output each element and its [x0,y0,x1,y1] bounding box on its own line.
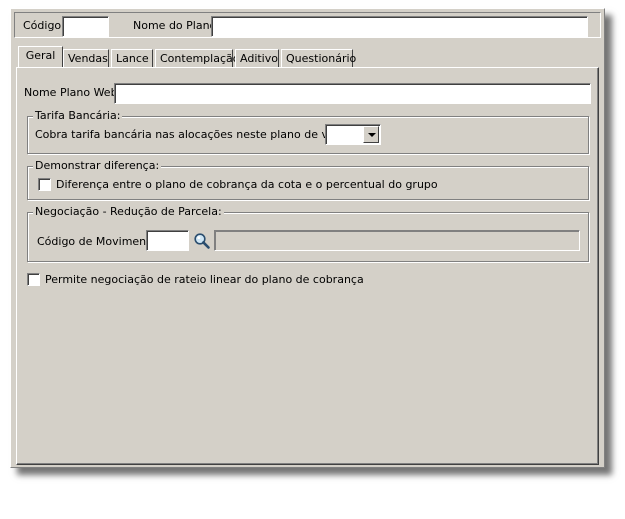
nome-plano-web-label: Nome Plano Web: [24,86,122,99]
tab-vendas[interactable]: Vendas [63,49,109,68]
tarifa-bancaria-legend: Tarifa Bancária: [33,109,123,122]
tab-questionario[interactable]: Questionário [281,49,357,68]
tab-lance-label: Lance [116,52,149,65]
search-icon[interactable] [193,232,211,250]
tab-aditivo[interactable]: Aditivo [235,49,279,68]
rateio-checkbox-label: Permite negociação de rateio linear do p… [45,273,364,286]
diferenca-checkbox[interactable] [38,178,51,191]
tab-questionario-label: Questionário [286,52,357,65]
tab-contemplacao[interactable]: Contemplação [155,49,239,68]
codigo-movimento-label: Código de Movimento: [37,235,161,248]
tab-aditivo-label: Aditivo [240,52,278,65]
chevron-down-icon[interactable] [363,126,379,143]
tab-vendas-label: Vendas [68,52,108,65]
tarifa-label: Cobra tarifa bancária nas alocações nest… [35,128,360,141]
tab-geral[interactable]: Geral [18,46,63,67]
tab-geral-label: Geral [25,49,56,62]
nome-plano-input[interactable] [211,16,588,37]
form-window: Código: Nome do Plano: Geral Vendas Lanc… [10,8,605,468]
codigo-label: Código: [23,19,65,32]
nome-plano-label: Nome do Plano: [133,19,220,32]
tab-panel-geral: Nome Plano Web: Tarifa Bancária: Cobra t… [16,67,599,465]
codigo-movimento-input[interactable] [146,230,189,251]
demonstrar-diferenca-legend: Demonstrar diferença: [33,159,162,172]
tab-lance[interactable]: Lance [111,49,153,68]
tab-contemplacao-label: Contemplação [160,52,240,65]
codigo-input[interactable] [62,16,109,37]
nome-plano-web-input[interactable] [114,83,591,104]
tarifa-select[interactable] [325,124,381,145]
rateio-checkbox[interactable] [27,273,40,286]
diferenca-checkbox-label: Diferença entre o plano de cobrança da c… [56,178,438,191]
negociacao-legend: Negociação - Redução de Parcela: [33,205,224,218]
movimento-descricao-field [214,230,580,251]
